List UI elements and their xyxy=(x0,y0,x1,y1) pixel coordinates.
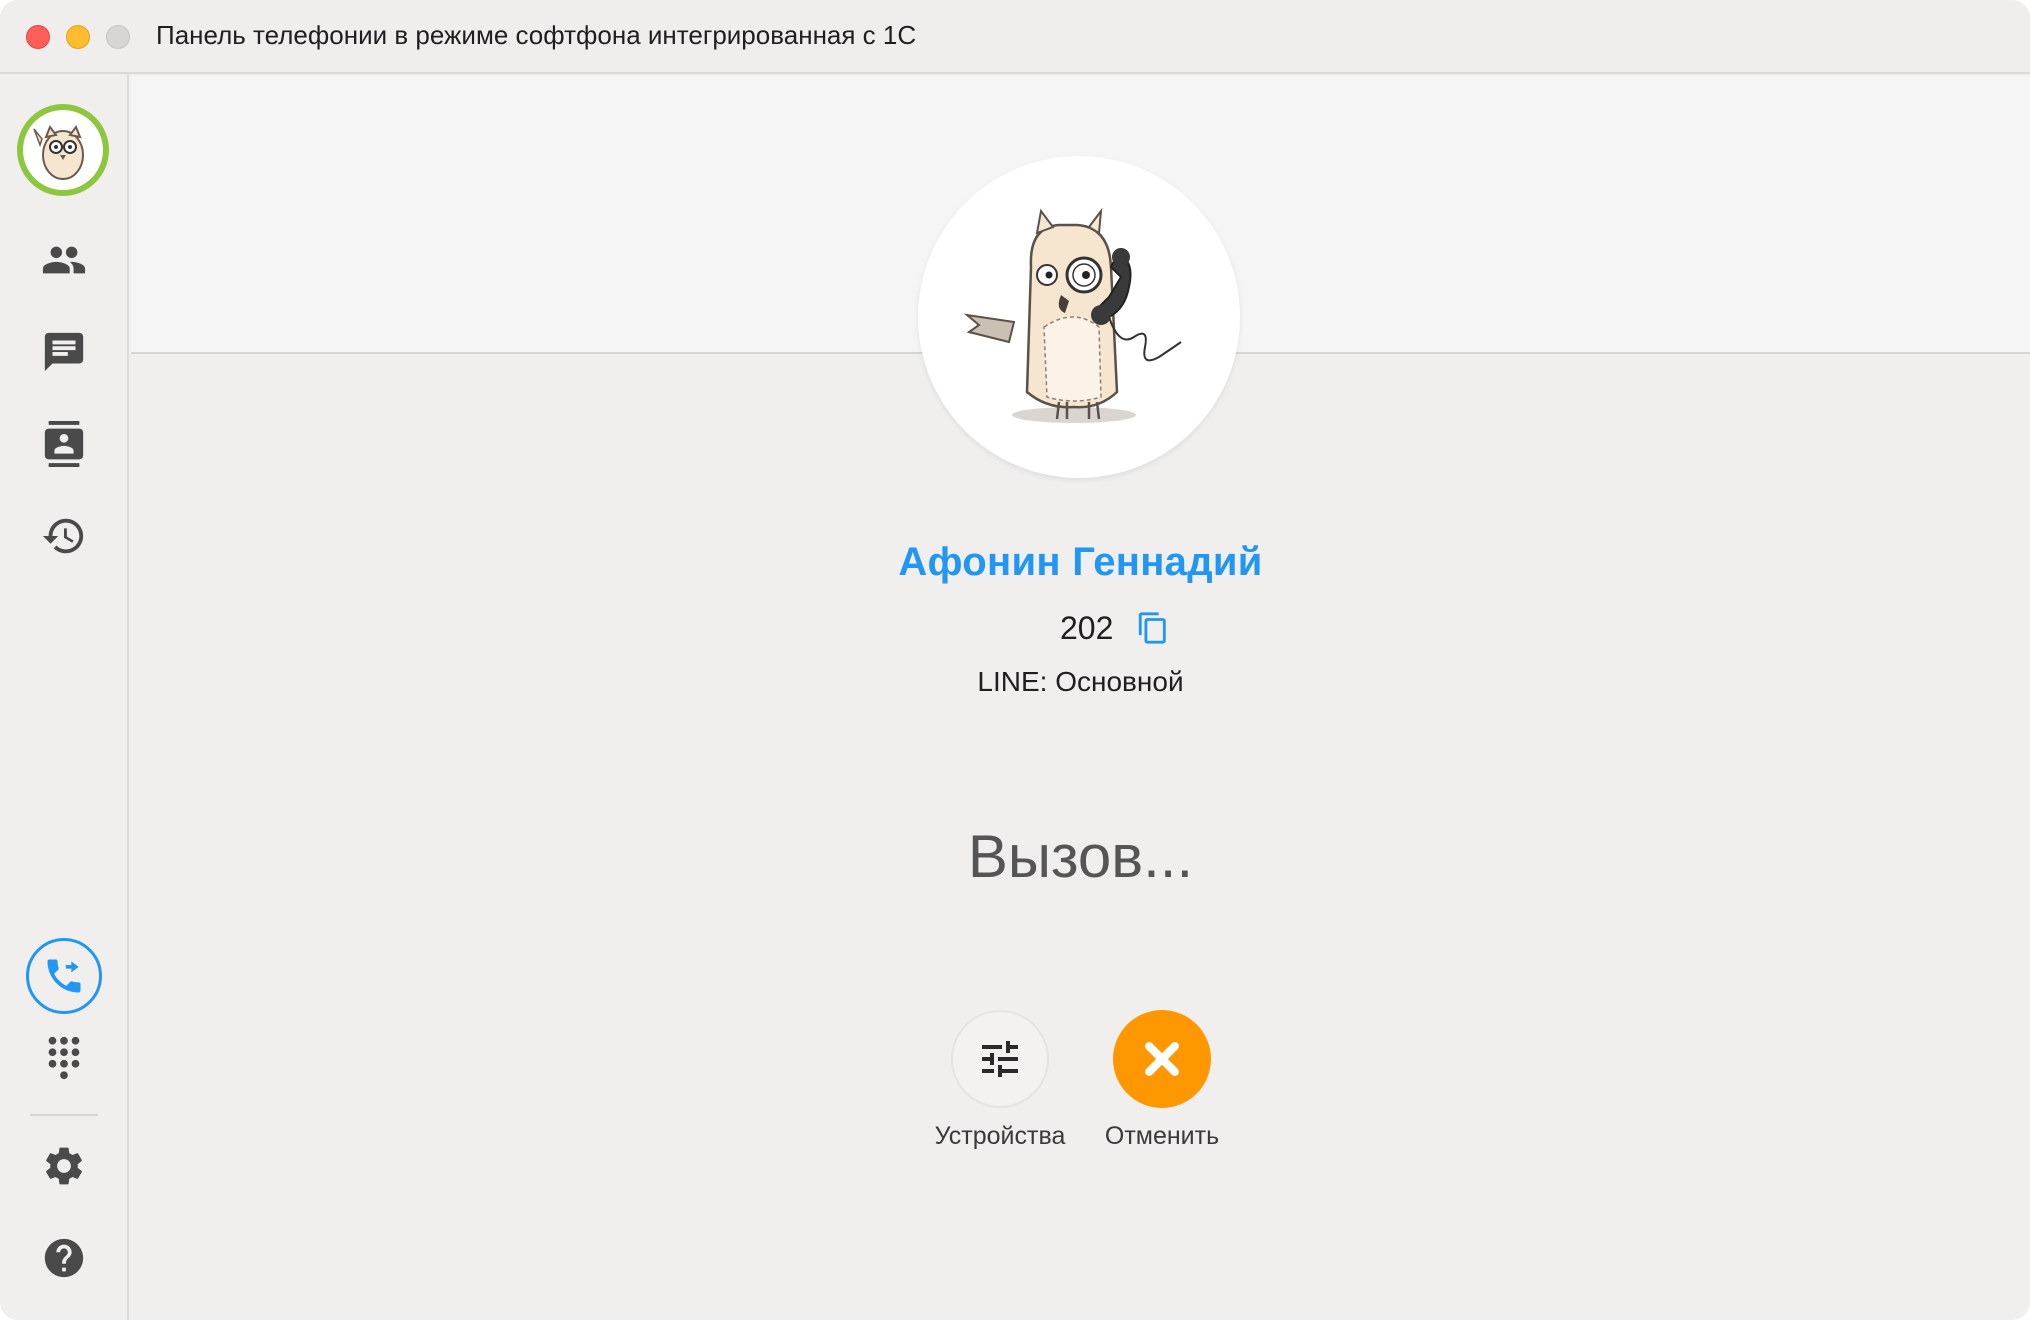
contact-number-row: 202 xyxy=(1060,606,1171,650)
contact-name[interactable]: Афонин Геннадий xyxy=(0,540,2030,585)
cancel-label: Отменить xyxy=(1104,1122,1220,1150)
chat-icon[interactable] xyxy=(38,326,90,378)
dialpad-icon[interactable] xyxy=(38,1032,90,1084)
window-close-button[interactable] xyxy=(26,25,50,49)
close-icon xyxy=(1145,1042,1179,1076)
line-label: LINE: Основной xyxy=(977,666,1184,697)
copy-icon[interactable] xyxy=(1135,608,1171,648)
cancel-call-button[interactable] xyxy=(1113,1010,1211,1108)
call-status: Вызов... xyxy=(967,823,1194,890)
window-minimize-button[interactable] xyxy=(66,25,90,49)
title-bar: Панель телефонии в режиме софтфона интег… xyxy=(0,0,2030,74)
contact-photo xyxy=(918,156,1240,478)
sidebar-divider xyxy=(30,1114,98,1116)
owl-avatar-icon xyxy=(23,110,103,190)
contact-number: 202 xyxy=(1060,609,1114,646)
sliders-icon xyxy=(982,1041,1018,1077)
settings-gear-icon[interactable] xyxy=(38,1140,90,1192)
user-avatar[interactable] xyxy=(17,104,109,196)
help-icon[interactable] xyxy=(38,1232,90,1284)
devices-button[interactable] xyxy=(951,1010,1049,1108)
call-transfer-icon[interactable] xyxy=(26,938,102,1014)
owl-phone-icon xyxy=(963,207,1182,423)
contacts-group-icon[interactable] xyxy=(38,234,90,286)
address-book-icon[interactable] xyxy=(38,418,90,470)
app-window: Панель телефонии в режиме софтфона интег… xyxy=(0,0,2030,1320)
window-maximize-button[interactable] xyxy=(106,25,130,49)
window-title: Панель телефонии в режиме софтфона интег… xyxy=(156,20,917,50)
